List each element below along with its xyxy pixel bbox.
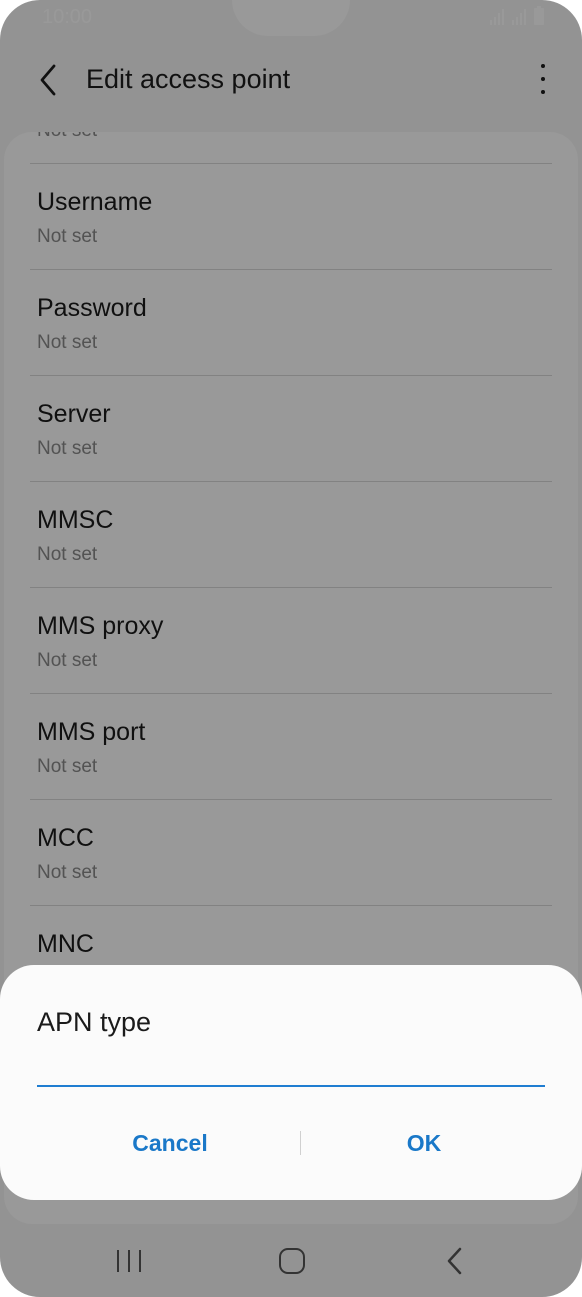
ok-button[interactable]: OK <box>313 1123 535 1163</box>
dialog-title: APN type <box>37 1007 152 1037</box>
dialog-actions: Cancel OK <box>0 1123 582 1163</box>
apn-type-dialog: APN type Cancel OK <box>0 965 582 1200</box>
button-divider <box>300 1131 301 1155</box>
cancel-button[interactable]: Cancel <box>60 1123 280 1163</box>
apn-type-input[interactable] <box>37 1057 545 1087</box>
